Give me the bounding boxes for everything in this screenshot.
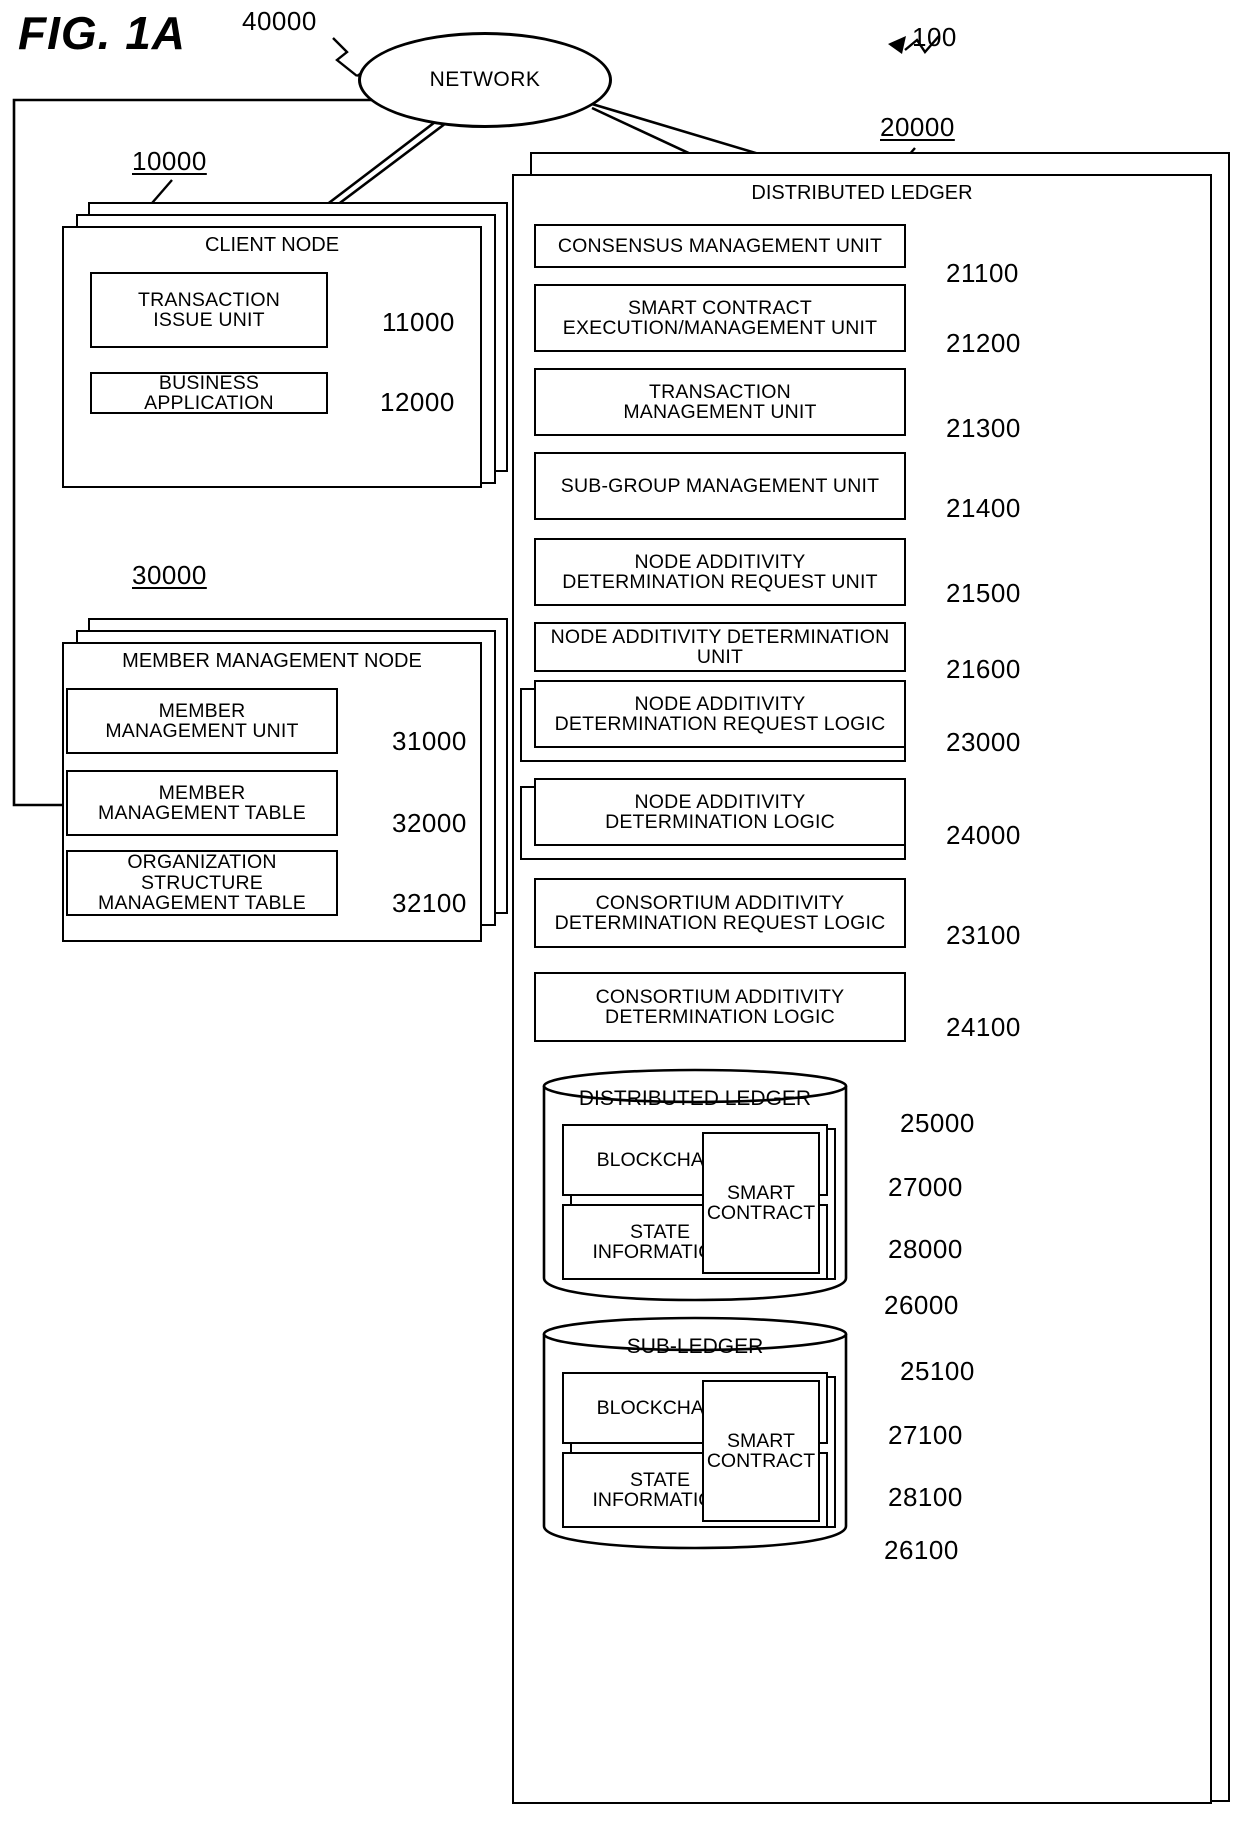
member-management-unit-label-2: MANAGEMENT UNIT [105,720,299,742]
state-information-ref-number: 28000 [888,1234,963,1264]
consortium-additivity-determination-logic: CONSORTIUM ADDITIVITY DETERMINATION LOGI… [534,972,906,1042]
node-add-det-logic-label-1: NODE ADDITIVITY [634,790,806,813]
distributed-ledger-store-title: DISTRIBUTED LEDGER [578,1087,812,1110]
blockchain-ref-number: 27000 [888,1172,963,1202]
sub-ledger-state-information-ref-number: 28100 [888,1482,963,1512]
smart-contract-exec-label-1: SMART CONTRACT [627,296,813,319]
node-add-det-logic-label-2: DETERMINATION LOGIC [605,811,835,833]
network-ref-number: 40000 [242,6,317,36]
transaction-management-unit-label-2: MANAGEMENT UNIT [623,401,817,423]
smart-contract-box: SMART CONTRACT [702,1132,820,1274]
consensus-management-unit-ref-number: 21100 [946,258,1019,288]
consortium-additivity-determination-request-logic: CONSORTIUM ADDITIVITY DETERMINATION REQU… [534,878,906,948]
network-node: NETWORK [358,32,612,128]
consensus-management-unit: CONSENSUS MANAGEMENT UNIT [534,224,906,268]
smart-contract-label-1: SMART [727,1181,795,1204]
ledger-store-container-ref-number: 26000 [884,1290,959,1320]
state-information-label-1: STATE [630,1220,690,1243]
node-add-det-unit-label: NODE ADDITIVITY DETERMINATION UNIT [550,625,890,668]
member-management-unit: MEMBER MANAGEMENT UNIT [66,688,338,754]
business-application-ref-number: 12000 [380,387,455,417]
sub-ledger-blockchain-ref-number: 27100 [888,1420,963,1450]
organization-structure-table-ref-number: 32100 [392,888,467,918]
client-node-title: CLIENT NODE [204,234,340,256]
sub-ledger-smart-contract-label-2: CONTRACT [706,1450,816,1472]
organization-structure-management-table: ORGANIZATION STRUCTURE MANAGEMENT TABLE [66,850,338,916]
network-label: NETWORK [429,68,541,91]
smart-contract-exec-label-2: EXECUTION/MANAGEMENT UNIT [562,317,878,339]
sub-ledger-store-container-ref-number: 26100 [884,1535,959,1565]
sub-ledger-store-ref-number: 25100 [900,1356,975,1386]
node-additivity-determination-request-unit: NODE ADDITIVITY DETERMINATION REQUEST UN… [534,538,906,606]
consortium-add-det-logic-label-2: DETERMINATION LOGIC [605,1006,835,1028]
consortium-add-det-req-logic-label-1: CONSORTIUM ADDITIVITY [595,891,845,914]
node-add-det-logic-ref-number: 24000 [946,820,1021,850]
distributed-ledger-node-ref-number: 20000 [880,112,955,142]
member-management-unit-ref-number: 31000 [392,726,467,756]
consortium-add-det-req-logic-label-2: DETERMINATION REQUEST LOGIC [554,912,886,934]
distributed-ledger-node-title: DISTRIBUTED LEDGER [751,182,973,204]
node-add-det-req-unit-ref-number: 21500 [946,578,1021,608]
business-application-label: BUSINESS APPLICATION [144,371,274,414]
smart-contract-label-2: CONTRACT [706,1202,816,1224]
distributed-ledger-store-ref-number: 25000 [900,1108,975,1138]
sub-group-management-unit-label: SUB-GROUP MANAGEMENT UNIT [560,474,880,497]
consortium-add-det-logic-ref-number: 24100 [946,1012,1021,1042]
member-management-table-label-1: MEMBER [158,781,246,804]
smart-contract-execution-management-unit: SMART CONTRACT EXECUTION/MANAGEMENT UNIT [534,284,906,352]
member-management-unit-label-1: MEMBER [158,699,246,722]
sub-group-management-unit-ref-number: 21400 [946,493,1021,523]
transaction-management-unit-ref-number: 21300 [946,413,1021,443]
node-additivity-determination-unit: NODE ADDITIVITY DETERMINATION UNIT [534,622,906,672]
transaction-issue-unit-label-1: TRANSACTION [138,288,280,311]
node-add-det-unit-ref-number: 21600 [946,654,1021,684]
sub-ledger-smart-contract-label-1: SMART [727,1429,795,1452]
system-ref-number: 100 [912,22,957,52]
transaction-issue-unit: TRANSACTION ISSUE UNIT [90,272,328,348]
business-application-unit: BUSINESS APPLICATION [90,372,328,414]
node-add-det-req-logic-ref-number: 23000 [946,727,1021,757]
sub-ledger-smart-contract-box: SMART CONTRACT [702,1380,820,1522]
transaction-management-unit-label-1: TRANSACTION [649,380,791,403]
client-node-ref-number: 10000 [132,146,207,176]
node-add-det-req-logic-label-2: DETERMINATION REQUEST LOGIC [554,713,886,735]
smart-contract-exec-ref-number: 21200 [946,328,1021,358]
sub-ledger-state-information-label-1: STATE [630,1468,690,1491]
member-management-node-title: MEMBER MANAGEMENT NODE [122,650,422,672]
member-management-table-ref-number: 32000 [392,808,467,838]
consortium-add-det-logic-label-1: CONSORTIUM ADDITIVITY [595,985,845,1008]
member-management-table: MEMBER MANAGEMENT TABLE [66,770,338,836]
transaction-management-unit: TRANSACTION MANAGEMENT UNIT [534,368,906,436]
node-additivity-determination-request-logic: NODE ADDITIVITY DETERMINATION REQUEST LO… [534,680,906,748]
node-add-det-req-logic-label-1: NODE ADDITIVITY [634,692,806,715]
member-management-node-ref-number: 30000 [132,560,207,590]
consensus-management-unit-label: CONSENSUS MANAGEMENT UNIT [557,234,883,257]
node-add-det-req-unit-label-1: NODE ADDITIVITY [634,550,806,573]
transaction-issue-unit-label-2: ISSUE UNIT [153,309,265,331]
node-add-det-req-unit-label-2: DETERMINATION REQUEST UNIT [562,571,878,593]
member-management-table-label-2: MANAGEMENT TABLE [98,802,306,824]
transaction-issue-unit-ref-number: 11000 [382,307,455,337]
organization-structure-table-label-2: MANAGEMENT TABLE [98,892,306,915]
client-node-panel [62,226,482,488]
node-additivity-determination-logic: NODE ADDITIVITY DETERMINATION LOGIC [534,778,906,846]
consortium-add-det-req-logic-ref-number: 23100 [946,920,1021,950]
figure-title: FIG. 1A [18,7,187,59]
sub-ledger-store-title: SUB-LEDGER [626,1335,764,1358]
sub-group-management-unit: SUB-GROUP MANAGEMENT UNIT [534,452,906,520]
organization-structure-table-label-1: ORGANIZATION STRUCTURE [127,851,277,894]
